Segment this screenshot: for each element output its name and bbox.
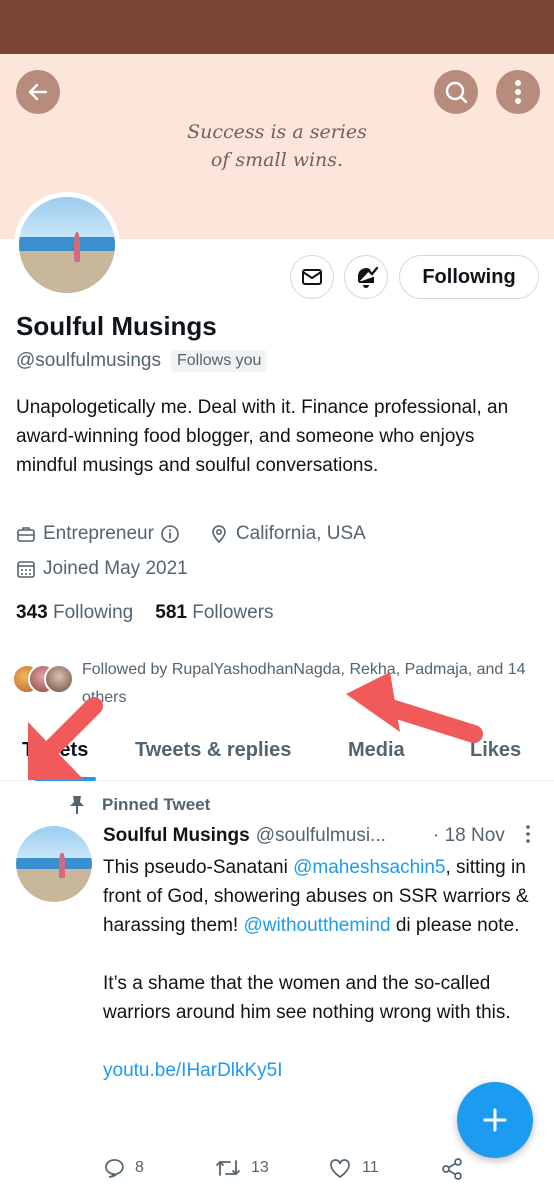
briefcase-icon	[17, 527, 35, 542]
location-pin-icon	[212, 525, 226, 544]
joined-label: Joined May 2021	[43, 558, 188, 579]
tweet-avatar-image	[16, 826, 92, 902]
search-button[interactable]	[434, 70, 478, 114]
tweet-text: di please note.	[390, 915, 520, 936]
pin-icon	[70, 796, 84, 814]
annotation-arrow-left	[28, 697, 103, 780]
avatar-image	[19, 197, 115, 293]
following-count-link[interactable]: 343 Following	[16, 602, 133, 624]
location-item: California, USA	[209, 523, 366, 545]
tweet-more-icon[interactable]	[525, 823, 531, 845]
status-bar	[0, 0, 554, 54]
profile-meta-row-1: Entrepreneur California, USA	[16, 523, 388, 545]
info-icon[interactable]	[160, 524, 180, 544]
retweet-count: 13	[251, 1159, 269, 1176]
profile-bio: Unapologetically me. Deal with it. Finan…	[16, 397, 509, 476]
tweet-author-name[interactable]: Soulful Musings	[103, 825, 250, 847]
annotation-arrow-right	[346, 672, 483, 743]
tweet-text: This pseudo-Sanatani	[103, 857, 294, 878]
following-button[interactable]: Following	[399, 255, 539, 299]
follow-counts: 343 Following 581 Followers	[16, 602, 296, 624]
banner-quote-line1: Success is a series	[187, 121, 367, 143]
search-icon	[445, 81, 468, 104]
notifications-button[interactable]	[344, 255, 388, 299]
share-icon	[442, 1158, 462, 1180]
tweet-date[interactable]: · 18 Nov	[433, 825, 505, 847]
message-button[interactable]	[290, 255, 334, 299]
compose-tweet-button[interactable]	[457, 1082, 533, 1158]
bell-check-icon	[358, 266, 379, 288]
tweet-paragraph-1: This pseudo-Sanatani @maheshsachin5, sit…	[103, 853, 533, 940]
following-count-label: Following	[52, 602, 134, 623]
calendar-icon	[17, 561, 35, 578]
tweet-author-avatar[interactable]	[16, 826, 92, 902]
handle-row: @soulfulmusings Follows you	[16, 350, 268, 372]
tweet-body: This pseudo-Sanatani @maheshsachin5, sit…	[103, 853, 533, 1114]
mail-icon	[302, 269, 322, 285]
share-action[interactable]	[440, 1157, 474, 1181]
profession-item: Entrepreneur	[16, 523, 187, 545]
like-action[interactable]: 11	[328, 1157, 379, 1179]
mention-link[interactable]: @maheshsachin5	[293, 857, 445, 878]
like-count: 11	[362, 1159, 379, 1176]
back-button[interactable]	[16, 70, 60, 114]
followers-count-label: Followers	[192, 602, 274, 623]
followers-count: 581	[155, 602, 187, 623]
tweet-link[interactable]: youtu.be/IHarDlkKy5I	[103, 1056, 533, 1085]
more-vertical-icon	[515, 80, 521, 104]
following-count: 343	[16, 602, 48, 623]
more-options-button[interactable]	[496, 70, 540, 114]
retweet-action[interactable]: 13	[215, 1157, 269, 1179]
plus-icon	[483, 1108, 507, 1132]
profile-meta-row-2: Joined May 2021	[16, 558, 210, 580]
banner-quote: Success is a series of small wins.	[0, 118, 554, 174]
reply-icon	[105, 1159, 124, 1178]
retweet-icon	[216, 1160, 240, 1176]
profile-handle: @soulfulmusings	[16, 350, 161, 371]
tweet-author-handle[interactable]: @soulfulmusi...	[256, 825, 386, 847]
profession-label: Entrepreneur	[43, 523, 154, 544]
pinned-tweet-text: Pinned Tweet	[102, 795, 211, 814]
mention-link[interactable]: @withoutthemind	[243, 915, 390, 936]
followers-count-link[interactable]: 581 Followers	[155, 602, 273, 624]
tab-tweets-replies[interactable]: Tweets & replies	[135, 739, 291, 762]
location-label: California, USA	[235, 523, 366, 544]
profile-avatar[interactable]	[14, 192, 120, 298]
arrow-left-icon	[28, 83, 48, 101]
banner-quote-line2: of small wins.	[210, 149, 344, 171]
follows-you-badge: Follows you	[170, 350, 268, 372]
joined-item: Joined May 2021	[16, 558, 188, 580]
reply-count: 8	[135, 1159, 144, 1176]
tweet-paragraph-2: It’s a shame that the women and the so-c…	[103, 973, 511, 1023]
profile-name: Soulful Musings	[16, 311, 217, 341]
tweet-actions: 8 13 11	[103, 1157, 543, 1183]
reply-action[interactable]: 8	[103, 1157, 144, 1179]
pinned-tweet-label: Pinned Tweet	[68, 795, 210, 815]
heart-icon	[330, 1159, 350, 1179]
tweet-header: Soulful Musings @soulfulmusi... · 18 Nov	[103, 825, 543, 847]
